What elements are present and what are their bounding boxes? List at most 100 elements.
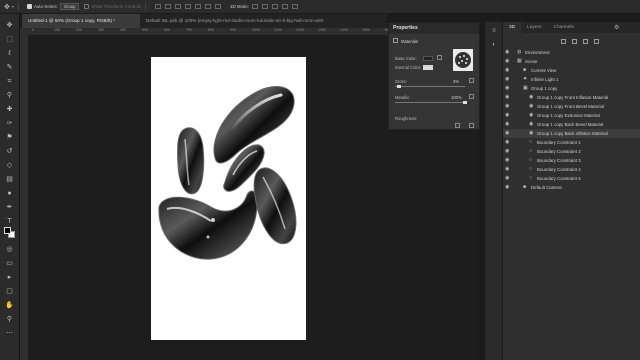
pan-icon[interactable] bbox=[272, 4, 279, 9]
tab-untitled-1[interactable]: Untitled-1 @ 50% (Group 1 copy, RGB/8) * bbox=[22, 14, 140, 28]
eyedropper-tool-icon[interactable]: ⚲ bbox=[5, 92, 14, 99]
eye-icon[interactable]: ◉ bbox=[505, 165, 509, 174]
roll-icon[interactable] bbox=[262, 4, 269, 9]
shape-tool-icon[interactable]: ▢ bbox=[5, 288, 14, 295]
zoom-tool-icon[interactable]: ⚲ bbox=[5, 316, 14, 323]
tab-default-ibl[interactable]: Default IBL.psb @ 100% (empty-light-red-… bbox=[140, 14, 387, 28]
eye-icon[interactable]: ◉ bbox=[505, 120, 509, 129]
history-icon[interactable]: ≡ bbox=[490, 28, 498, 34]
eye-icon[interactable]: ◉ bbox=[505, 147, 509, 156]
tab-layers[interactable]: Layers bbox=[521, 22, 547, 33]
scene-tree-item[interactable]: ◉ ■ Default Camera bbox=[503, 183, 640, 192]
crop-tool-icon[interactable]: ⌗ bbox=[5, 78, 14, 85]
align-left-icon[interactable] bbox=[155, 4, 161, 9]
clone-stamp-icon[interactable]: ⚑ bbox=[5, 134, 14, 141]
auto-select-checkbox[interactable] bbox=[26, 4, 32, 9]
brush-tool-icon[interactable]: ✑ bbox=[5, 120, 14, 127]
scene-tree-item[interactable]: ◉ ▦ Scene bbox=[503, 57, 640, 66]
adjust-icon[interactable]: ◐ bbox=[490, 42, 498, 48]
scene-tree-item[interactable]: ◉ ○ Boundary Constraint 3 bbox=[503, 156, 640, 165]
screen-mode-icon[interactable]: ▭ bbox=[5, 260, 14, 267]
eye-icon[interactable]: ◉ bbox=[505, 129, 509, 138]
align-top-icon[interactable] bbox=[185, 4, 191, 9]
orbit-icon[interactable] bbox=[252, 4, 259, 9]
scene-tree-item[interactable]: ◉ ◉ Group 1 copy Front Bevel Material bbox=[503, 102, 640, 111]
scene-tree-item[interactable]: ◉ ▣ Group 1 copy bbox=[503, 84, 640, 93]
path-select-icon[interactable]: ▸ bbox=[5, 274, 14, 281]
scene-tree-item[interactable]: ◉ ◉ Group 1 copy Back Inflation Material bbox=[503, 129, 640, 138]
eye-icon[interactable]: ◉ bbox=[505, 156, 509, 165]
eye-icon[interactable]: ◉ bbox=[505, 183, 509, 192]
folder-icon[interactable] bbox=[437, 55, 442, 60]
quick-select-tool-icon[interactable]: ✎ bbox=[5, 64, 14, 71]
scene-tree-item[interactable]: ◉ ○ Boundary Constraint 2 bbox=[503, 147, 640, 156]
filter-mesh-icon[interactable] bbox=[572, 39, 577, 44]
eye-icon[interactable]: ◉ bbox=[505, 174, 509, 183]
eraser-tool-icon[interactable]: ◇ bbox=[5, 162, 14, 169]
move-tool-icon[interactable]: ✥ bbox=[4, 3, 10, 11]
align-bottom-icon[interactable] bbox=[205, 4, 211, 9]
pen-tool-icon[interactable]: ✒ bbox=[5, 204, 14, 211]
history-brush-icon[interactable]: ↺ bbox=[5, 148, 14, 155]
show-transform-checkbox[interactable] bbox=[84, 4, 90, 9]
eye-icon[interactable]: ◉ bbox=[505, 57, 509, 66]
align-center-icon[interactable] bbox=[165, 4, 171, 9]
eye-icon[interactable]: ◉ bbox=[505, 75, 509, 84]
align-middle-icon[interactable] bbox=[195, 4, 201, 9]
metallic-slider-thumb[interactable] bbox=[463, 101, 467, 104]
scene-tree-item[interactable]: ◉ ○ Boundary Constraint 5 bbox=[503, 174, 640, 183]
scale-icon[interactable] bbox=[292, 4, 299, 9]
new-material-icon[interactable] bbox=[455, 123, 460, 128]
folder-icon[interactable] bbox=[469, 94, 474, 99]
align-right-icon[interactable] bbox=[175, 4, 181, 9]
trash-icon[interactable] bbox=[469, 123, 474, 128]
base-color-swatch[interactable] bbox=[423, 56, 433, 61]
metallic-value[interactable]: 100% bbox=[451, 95, 462, 100]
scene-tree-item[interactable]: ◉ ■ Current View bbox=[503, 66, 640, 75]
eye-icon[interactable]: ◉ bbox=[505, 48, 509, 57]
quick-mask-icon[interactable]: ◎ bbox=[5, 246, 14, 253]
foreground-color-swatch[interactable] bbox=[4, 227, 11, 234]
scene-tree-item[interactable]: ◉ ○ Boundary Constraint 4 bbox=[503, 165, 640, 174]
eye-icon[interactable]: ◉ bbox=[505, 102, 509, 111]
move-tool-icon[interactable]: ✥ bbox=[5, 22, 14, 29]
gradient-tool-icon[interactable]: ▤ bbox=[5, 176, 14, 183]
eye-icon[interactable]: ◉ bbox=[505, 84, 509, 93]
chevron-down-icon[interactable]: ▾ bbox=[12, 4, 14, 9]
eye-icon[interactable]: ◉ bbox=[505, 66, 509, 75]
dodge-tool-icon[interactable]: ● bbox=[5, 190, 14, 197]
gear-icon[interactable]: ⚙ bbox=[614, 24, 619, 31]
lasso-tool-icon[interactable]: ℓ bbox=[5, 50, 14, 57]
auto-select-dropdown[interactable]: Group bbox=[59, 3, 80, 10]
distribute-icon[interactable] bbox=[215, 4, 221, 9]
tab-channels[interactable]: Channels bbox=[548, 22, 580, 33]
more-tools-icon[interactable]: ⋯ bbox=[5, 330, 14, 337]
scene-tree-item[interactable]: ◉ ◉ Group 1 copy Front Inflation Material bbox=[503, 93, 640, 102]
scene-tree-item[interactable]: ◉ ◉ Group 1 copy Extrusion Material bbox=[503, 111, 640, 120]
eye-icon[interactable]: ◉ bbox=[505, 93, 509, 102]
hand-tool-icon[interactable]: ✋ bbox=[5, 302, 14, 309]
scene-tree-item[interactable]: ◉ ✷ Infinite Light 1 bbox=[503, 75, 640, 84]
scene-tree-item[interactable]: ◉ ◉ Group 1 copy Back Bevel Material bbox=[503, 120, 640, 129]
tab-3d[interactable]: 3D bbox=[503, 22, 522, 33]
type-tool-icon[interactable]: T bbox=[5, 218, 14, 225]
filter-material-icon[interactable] bbox=[583, 39, 588, 44]
gloss-value[interactable]: 3% bbox=[453, 79, 459, 84]
gloss-slider[interactable] bbox=[395, 86, 465, 87]
healing-brush-icon[interactable]: ✚ bbox=[5, 106, 14, 113]
eye-icon[interactable]: ◉ bbox=[505, 138, 509, 147]
metallic-slider[interactable] bbox=[395, 102, 465, 103]
scene-tree-item-label: Current View bbox=[531, 68, 557, 73]
material-preview-thumbnail[interactable] bbox=[453, 49, 473, 71]
internal-color-swatch[interactable] bbox=[423, 65, 433, 70]
scene-tree-item[interactable]: ◉ ○ Boundary Constraint 1 bbox=[503, 138, 640, 147]
document-canvas[interactable] bbox=[151, 57, 306, 340]
slide-icon[interactable] bbox=[282, 4, 289, 9]
eye-icon[interactable]: ◉ bbox=[505, 111, 509, 120]
marquee-tool-icon[interactable]: ⬚ bbox=[5, 36, 14, 43]
filter-light-icon[interactable] bbox=[594, 39, 599, 44]
folder-icon[interactable] bbox=[469, 78, 474, 83]
scene-tree-item[interactable]: ◉ ◍ Environment bbox=[503, 48, 640, 57]
filter-scene-icon[interactable] bbox=[561, 39, 566, 44]
gloss-slider-thumb[interactable] bbox=[397, 85, 401, 88]
